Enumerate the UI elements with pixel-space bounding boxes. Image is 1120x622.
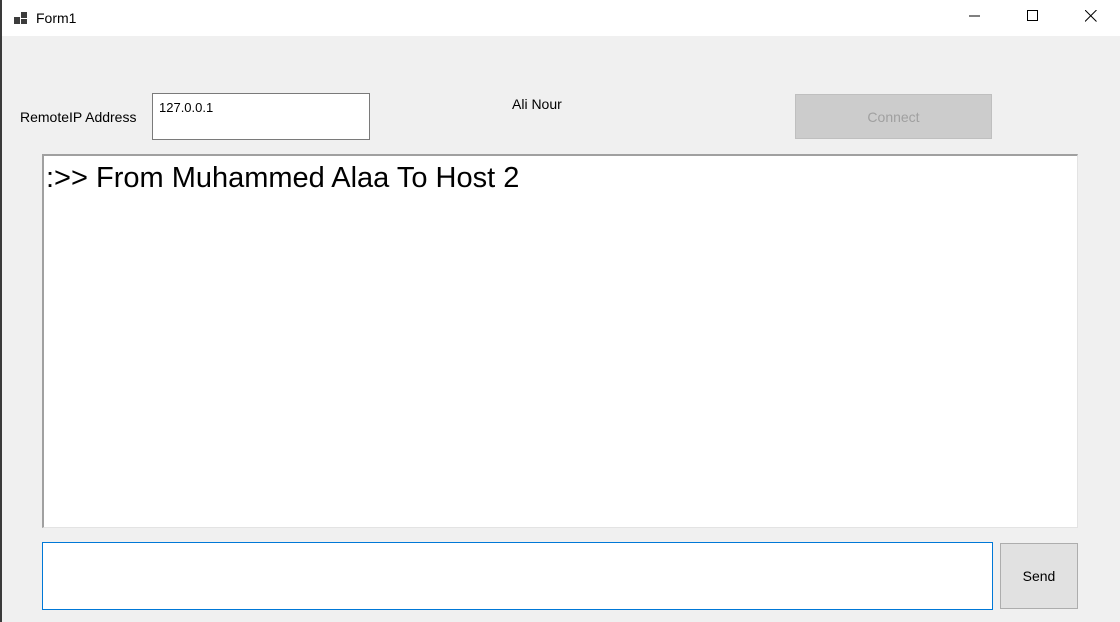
chat-line: :>> From Muhammed Alaa To Host 2 [46,162,520,194]
connect-button[interactable]: Connect [795,94,992,139]
maximize-button[interactable] [1004,0,1062,36]
close-button[interactable] [1062,0,1120,36]
minimize-icon [969,9,981,27]
message-input[interactable] [42,542,993,610]
user-name-label: Ali Nour [512,96,562,112]
maximize-icon [1027,9,1039,27]
window-title: Form1 [36,10,77,26]
chat-log-textbox[interactable]: :>> From Muhammed Alaa To Host 2 [42,154,1078,528]
title-bar[interactable]: Form1 [2,0,1120,36]
close-icon [1084,9,1097,27]
remote-ip-label: RemoteIP Address [20,109,137,125]
send-button[interactable]: Send [1000,543,1078,609]
app-icon [14,11,28,25]
form1-window: Form1 RemoteIP Address 127.0.0.1 Ali Nou… [0,0,1120,622]
minimize-button[interactable] [946,0,1004,36]
remote-ip-input[interactable]: 127.0.0.1 [152,93,370,140]
